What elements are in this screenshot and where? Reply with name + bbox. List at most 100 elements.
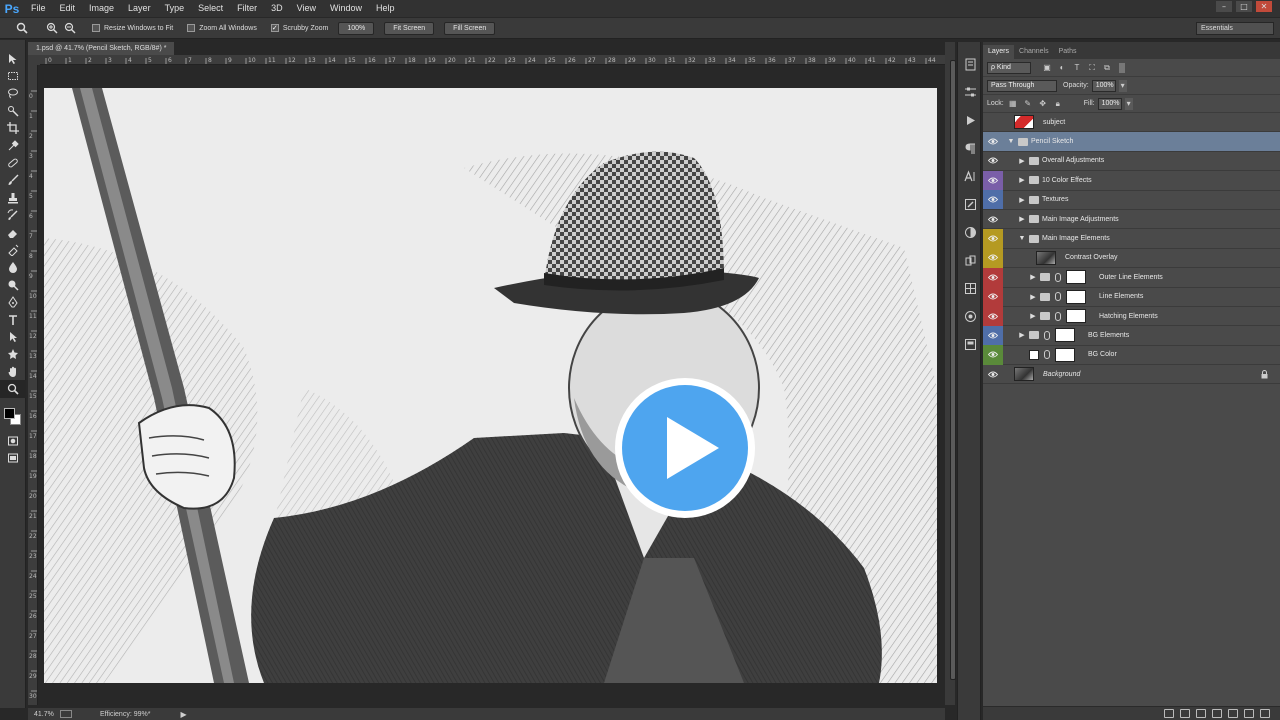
layer-mask-thumbnail[interactable] <box>1066 289 1086 304</box>
expand-arrow-icon[interactable]: ▶ <box>1018 331 1026 339</box>
color-swatches[interactable] <box>0 404 25 432</box>
menu-3d[interactable]: 3D <box>264 0 290 17</box>
mask-link-icon[interactable] <box>1055 272 1061 282</box>
layer-row[interactable]: ▶ Main Image Adjustments <box>983 209 1280 230</box>
brush-tool-icon[interactable] <box>0 172 26 189</box>
status-info-icon[interactable] <box>60 710 72 718</box>
scrubby-zoom-checkbox[interactable]: ✓ Scrubby Zoom <box>270 24 328 32</box>
fill-layer-thumbnail[interactable] <box>1029 349 1039 360</box>
layer-thumbnail[interactable] <box>1014 115 1034 130</box>
foreground-color-swatch[interactable] <box>4 407 15 419</box>
filter-smart-object-icon[interactable]: ⧉ <box>1101 62 1113 74</box>
crop-tool-icon[interactable] <box>0 120 26 137</box>
fill-dropdown-icon[interactable]: ▾ <box>1124 97 1133 110</box>
brush-presets-panel-icon[interactable] <box>958 192 982 216</box>
layer-row[interactable]: ▶ Hatching Elements <box>983 306 1280 327</box>
link-layers-icon[interactable] <box>1164 709 1174 718</box>
menu-layer[interactable]: Layer <box>121 0 158 17</box>
menu-help[interactable]: Help <box>369 0 402 17</box>
layer-visibility-eye-icon[interactable] <box>983 365 1003 384</box>
dodge-tool-icon[interactable] <box>0 276 26 293</box>
character-panel-icon[interactable] <box>958 164 982 188</box>
gradient-tool-icon[interactable] <box>0 241 26 258</box>
lock-transparent-icon[interactable]: ▦ <box>1007 98 1019 110</box>
workspace-select[interactable]: Essentials <box>1196 22 1274 35</box>
layer-visibility-eye-icon[interactable] <box>983 113 1003 132</box>
shape-tool-icon[interactable] <box>0 346 26 363</box>
layer-thumbnail[interactable] <box>1036 250 1056 265</box>
quick-mask-icon[interactable] <box>0 432 26 449</box>
status-menu-arrow-icon[interactable]: ▶ <box>180 710 186 719</box>
history-brush-tool-icon[interactable] <box>0 207 26 224</box>
expand-arrow-icon[interactable]: ▶ <box>1018 176 1026 184</box>
layer-visibility-eye-icon[interactable] <box>983 228 1003 249</box>
mask-link-icon[interactable] <box>1055 292 1061 302</box>
scrollbar-thumb[interactable] <box>950 60 956 680</box>
mask-link-icon[interactable] <box>1044 350 1050 360</box>
layer-row[interactable]: Background <box>983 365 1280 385</box>
clone-stamp-tool-icon[interactable] <box>0 189 26 206</box>
expand-arrow-icon[interactable]: ▶ <box>1018 157 1026 165</box>
document-canvas[interactable] <box>44 88 937 683</box>
adjustments-panel-icon[interactable] <box>958 80 982 104</box>
marquee-tool-icon[interactable] <box>0 67 26 84</box>
layer-style-icon[interactable] <box>1180 709 1190 718</box>
menu-file[interactable]: File <box>24 0 53 17</box>
add-mask-icon[interactable] <box>1196 709 1206 718</box>
tab-channels[interactable]: Channels <box>1014 45 1054 59</box>
blend-mode-select[interactable]: Pass Through <box>987 79 1057 92</box>
document-tab[interactable]: 1.psd @ 41.7% (Pencil Sketch, RGB/8#) * <box>28 42 175 55</box>
menu-view[interactable]: View <box>290 0 323 17</box>
zoom-all-windows-checkbox[interactable]: Zoom All Windows <box>187 24 257 32</box>
layer-thumbnail[interactable] <box>1014 367 1034 382</box>
layer-visibility-eye-icon[interactable] <box>983 132 1003 151</box>
filter-adjustment-icon[interactable]: ◐ <box>1056 62 1068 74</box>
clone-source-panel-icon[interactable] <box>958 248 982 272</box>
hand-tool-icon[interactable] <box>0 363 26 380</box>
layer-row[interactable]: ▼ Pencil Sketch <box>983 132 1280 152</box>
layer-visibility-eye-icon[interactable] <box>983 248 1003 268</box>
zoom-in-icon[interactable] <box>44 20 60 36</box>
fit-screen-button[interactable]: Fit Screen <box>384 21 435 35</box>
layer-row[interactable]: Contrast Overlay <box>983 248 1280 269</box>
layer-visibility-eye-icon[interactable] <box>983 209 1003 228</box>
eyedropper-tool-icon[interactable] <box>0 137 26 154</box>
lock-all-icon[interactable]: 🔒︎ <box>1052 98 1064 110</box>
menu-window[interactable]: Window <box>323 0 369 17</box>
delete-layer-icon[interactable] <box>1260 709 1270 718</box>
expand-arrow-icon[interactable]: ▶ <box>1029 273 1037 281</box>
layer-row[interactable]: ▼ Main Image Elements <box>983 228 1280 249</box>
minimize-button[interactable]: – <box>1216 1 1232 12</box>
layer-row[interactable]: subject <box>983 113 1280 133</box>
layer-mask-thumbnail[interactable] <box>1055 328 1075 343</box>
expand-arrow-icon[interactable]: ▶ <box>1029 312 1037 320</box>
actions-panel-icon[interactable] <box>958 108 982 132</box>
canvas-area[interactable] <box>38 65 945 705</box>
collapse-arrow-icon[interactable]: ▼ <box>1007 138 1015 145</box>
lock-position-icon[interactable]: ✥ <box>1037 98 1049 110</box>
lock-image-icon[interactable]: ✎ <box>1022 98 1034 110</box>
paragraph-panel-icon[interactable] <box>958 136 982 160</box>
expand-arrow-icon[interactable]: ▶ <box>1029 293 1037 301</box>
swatches-panel-icon[interactable] <box>958 276 982 300</box>
navigator-panel-icon[interactable] <box>958 304 982 328</box>
layer-row[interactable]: ▶ Textures <box>983 190 1280 210</box>
new-layer-icon[interactable] <box>1244 709 1254 718</box>
menu-type[interactable]: Type <box>158 0 192 17</box>
filter-toggle-icon[interactable] <box>1119 62 1125 73</box>
properties-panel-icon[interactable] <box>958 332 982 356</box>
filter-shape-icon[interactable]: ⛶ <box>1086 62 1098 74</box>
blur-tool-icon[interactable] <box>0 259 26 276</box>
lasso-tool-icon[interactable] <box>0 85 26 102</box>
collapse-arrow-icon[interactable]: ▼ <box>1018 235 1026 242</box>
menu-select[interactable]: Select <box>191 0 230 17</box>
quick-selection-tool-icon[interactable] <box>0 102 26 119</box>
layer-mask-thumbnail[interactable] <box>1066 270 1086 285</box>
healing-brush-tool-icon[interactable] <box>0 154 26 171</box>
vertical-ruler[interactable]: 0 1 2 3 4 5 6 7 8 9 10 11 12 13 14 15 16 17 18 19 20 21 22 23 24… <box>28 65 38 705</box>
layer-mask-thumbnail[interactable] <box>1066 309 1086 324</box>
pen-tool-icon[interactable] <box>0 293 26 310</box>
tab-layers[interactable]: Layers <box>983 45 1015 59</box>
new-adjustment-layer-icon[interactable] <box>1212 709 1222 718</box>
styles-panel-icon[interactable] <box>958 220 982 244</box>
